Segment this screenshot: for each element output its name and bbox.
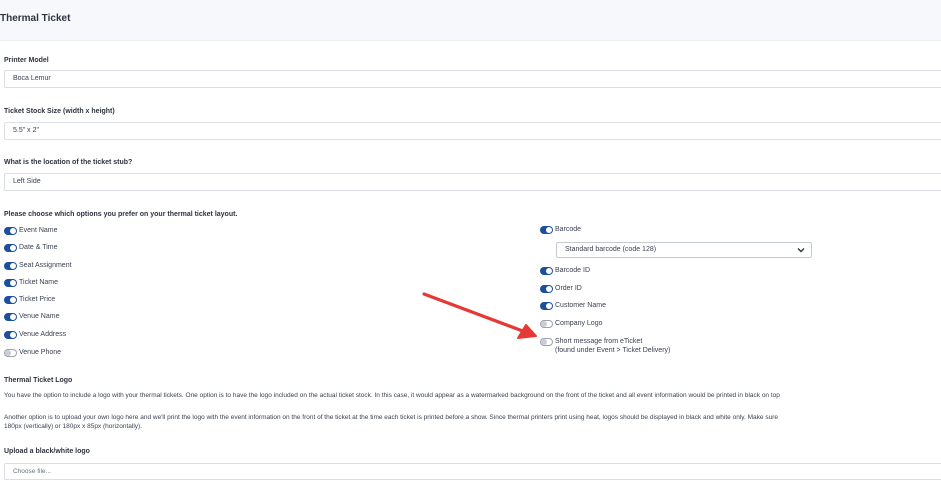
logo-paragraph-2-line-1: Another option is to upload your own log… (4, 414, 778, 421)
annotation-arrow-icon (422, 292, 537, 339)
upload-label: Upload a black/white logo (4, 448, 90, 455)
file-input-placeholder: Choose file... (13, 468, 51, 475)
logo-paragraph-2-line-2: 180px (vertically) or 180px x 85px (hori… (4, 423, 143, 430)
logo-section-title: Thermal Ticket Logo (4, 377, 73, 384)
logo-paragraph-1: You have the option to include a logo wi… (4, 392, 780, 399)
logo-file-input[interactable]: Choose file... (4, 463, 941, 480)
